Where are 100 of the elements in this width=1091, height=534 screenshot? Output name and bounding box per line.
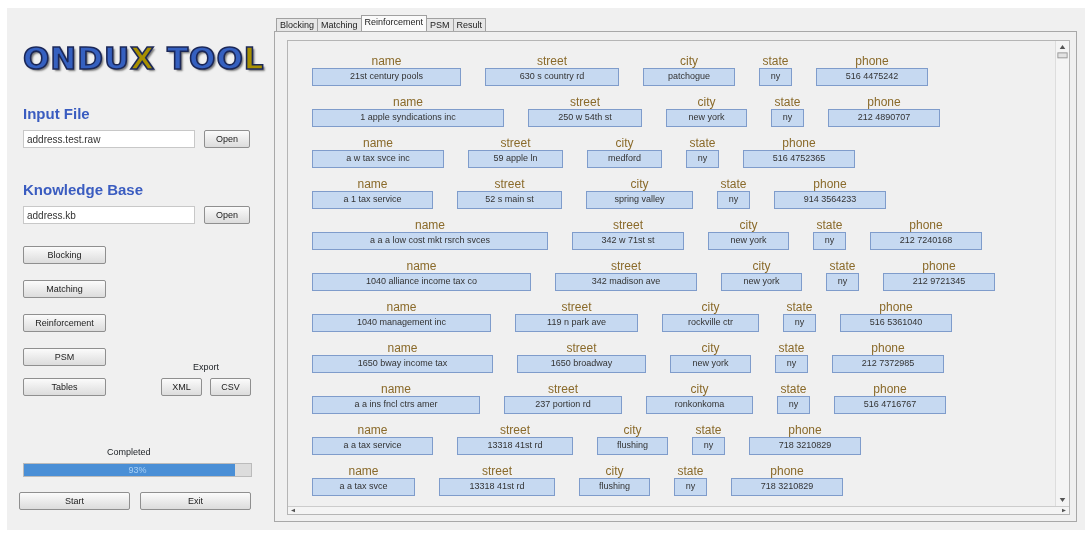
field-value: 212 4890707: [828, 109, 940, 127]
step-button[interactable]: Reinforcement: [23, 314, 106, 332]
field-value: a 1 tax service: [312, 191, 433, 209]
field-label: name: [387, 341, 418, 355]
field-label: phone: [867, 95, 901, 109]
field-value: ny: [813, 232, 846, 250]
field-value: new york: [670, 355, 751, 373]
field-value: ny: [775, 355, 808, 373]
step-button[interactable]: Matching: [23, 280, 106, 298]
field-label: street: [613, 218, 643, 232]
field-value: ny: [692, 437, 725, 455]
field-value: 718 3210829: [749, 437, 861, 455]
field-value: ny: [783, 314, 816, 332]
field-label: city: [701, 341, 720, 355]
field-value: a w tax svce inc: [312, 150, 444, 168]
field-label: phone: [782, 136, 816, 150]
field-value: 52 s main st: [457, 191, 562, 209]
field-label: city: [697, 95, 716, 109]
field-label: name: [348, 464, 379, 478]
vertical-scrollbar[interactable]: [1055, 41, 1069, 506]
field-value: 59 apple ln: [468, 150, 563, 168]
step-button[interactable]: Tables: [23, 378, 106, 396]
field-label: name: [363, 136, 393, 150]
field-value: 914 3564233: [774, 191, 886, 209]
logo: ONDUX TOOL: [23, 40, 266, 76]
export-button[interactable]: CSV: [210, 378, 251, 396]
progress-label: Completed: [107, 446, 152, 459]
field-label: street: [566, 341, 597, 355]
horizontal-scrollbar[interactable]: [288, 506, 1069, 514]
field-value: ny: [759, 68, 792, 86]
export-button[interactable]: XML: [161, 378, 202, 396]
field-value: patchogue: [643, 68, 735, 86]
tab[interactable]: Result: [452, 18, 487, 31]
field-value: ny: [826, 273, 859, 291]
field-label: phone: [879, 300, 913, 314]
action-button[interactable]: Exit: [140, 491, 251, 510]
step-button[interactable]: PSM: [23, 348, 106, 366]
field-value: 13318 41st rd: [457, 437, 573, 455]
field-label: state: [689, 136, 716, 150]
field-label: street: [548, 382, 578, 396]
file-field[interactable]: address.kb: [23, 206, 195, 224]
field-value: 1650 broadway: [517, 355, 646, 373]
field-label: state: [695, 423, 722, 437]
field-value: flushing: [579, 478, 650, 496]
field-value: ny: [686, 150, 719, 168]
field-value: medford: [587, 150, 662, 168]
field-label: city: [623, 423, 642, 437]
open-button[interactable]: Open: [204, 130, 250, 148]
tab[interactable]: PSM: [426, 18, 454, 31]
field-label: phone: [855, 54, 889, 68]
field-label: state: [786, 300, 813, 314]
field-value: 250 w 54th st: [528, 109, 642, 127]
field-label: phone: [873, 382, 907, 396]
field-value: a a tax service: [312, 437, 433, 455]
field-label: phone: [813, 177, 847, 191]
field-value: ny: [674, 478, 707, 496]
field-label: state: [677, 464, 704, 478]
field-label: street: [611, 259, 641, 273]
file-field[interactable]: address.test.raw: [23, 130, 195, 148]
tab[interactable]: Reinforcement: [360, 15, 428, 31]
field-label: name: [386, 300, 417, 314]
field-label: city: [605, 464, 624, 478]
field-label: state: [780, 382, 807, 396]
field-label: street: [570, 95, 600, 109]
field-value: 212 7372985: [832, 355, 944, 373]
field-label: name: [393, 95, 423, 109]
field-label: phone: [871, 341, 905, 355]
field-value: 212 9721345: [883, 273, 995, 291]
field-value: 516 4752365: [743, 150, 855, 168]
field-value: new york: [721, 273, 802, 291]
field-value: a a a low cost mkt rsrch svces: [312, 232, 548, 250]
field-value: 212 7240168: [870, 232, 982, 250]
field-value: 718 3210829: [731, 478, 843, 496]
field-label: street: [537, 54, 567, 68]
field-label: street: [561, 300, 592, 314]
action-button[interactable]: Start: [19, 491, 130, 510]
field-label: name: [381, 382, 411, 396]
field-value: 13318 41st rd: [439, 478, 555, 496]
field-value: 342 madison ave: [555, 273, 697, 291]
tab[interactable]: Matching: [317, 18, 362, 31]
field-label: name: [357, 423, 388, 437]
tab[interactable]: Blocking: [276, 18, 319, 31]
open-button[interactable]: Open: [204, 206, 250, 224]
field-label: street: [500, 423, 530, 437]
field-label: city: [630, 177, 649, 191]
field-value: 237 portion rd: [504, 396, 622, 414]
field-value: 1650 bway income tax: [312, 355, 493, 373]
field-value: a a ins fncl ctrs amer: [312, 396, 480, 414]
step-button[interactable]: Blocking: [23, 246, 106, 264]
field-label: state: [720, 177, 747, 191]
field-value: a a tax svce: [312, 478, 415, 496]
export-label: Export: [193, 360, 219, 374]
field-value: ronkonkoma: [646, 396, 753, 414]
field-value: flushing: [597, 437, 668, 455]
field-value: 119 n park ave: [515, 314, 638, 332]
field-label: street: [482, 464, 512, 478]
field-value: 516 5361040: [840, 314, 952, 332]
field-label: name: [371, 54, 402, 68]
field-value: spring valley: [586, 191, 693, 209]
field-value: new york: [708, 232, 789, 250]
